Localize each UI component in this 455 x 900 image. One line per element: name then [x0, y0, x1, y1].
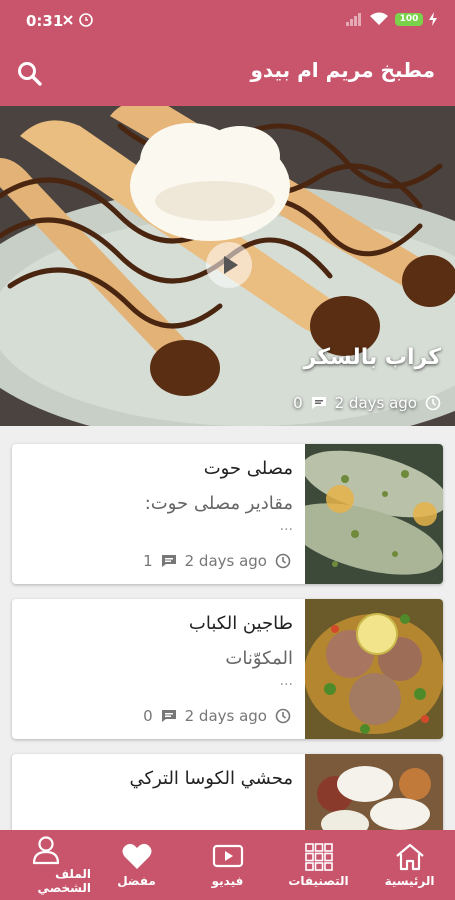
- post-time: 2 days ago: [334, 394, 417, 412]
- comment-count: 1: [143, 552, 153, 570]
- comment-icon: [161, 710, 176, 722]
- recipe-card-body: مصلى حوت مقادير مصلى حوت: ...: [18, 458, 293, 534]
- play-icon: [224, 256, 238, 274]
- bottom-navigation: الرئيسية التصنيفات فيديو مفضل الملف الشخ…: [0, 830, 455, 900]
- status-time: 0:31: [26, 12, 64, 30]
- mute-alarm-icon: [63, 13, 93, 27]
- status-icons-left: [60, 12, 96, 32]
- nav-home[interactable]: الرئيسية: [364, 830, 455, 900]
- nav-video[interactable]: فيديو: [182, 830, 273, 900]
- post-time: 2 days ago: [184, 707, 267, 725]
- nav-categories[interactable]: التصنيفات: [273, 830, 364, 900]
- recipe-meta: 0 2 days ago: [143, 707, 291, 725]
- app-title: مطبخ مريم ام بيدو: [250, 58, 435, 82]
- heart-icon: [122, 843, 151, 869]
- recipe-meta: 1 2 days ago: [143, 552, 291, 570]
- user-icon: [32, 836, 59, 865]
- recipe-card[interactable]: مصلى حوت مقادير مصلى حوت: ... 1 2 days a…: [12, 444, 443, 584]
- comment-count: 0: [143, 707, 153, 725]
- play-video-button[interactable]: [206, 242, 252, 288]
- clock-icon: [425, 395, 441, 411]
- signal-icon: [346, 13, 361, 26]
- recipe-excerpt: مقادير مصلى حوت:: [144, 493, 293, 514]
- featured-recipe-meta: 0 2 days ago: [293, 394, 441, 412]
- recipe-title: مصلى حوت: [203, 458, 293, 479]
- comment-count: 0: [293, 394, 303, 412]
- recipe-card-body: طاجين الكباب المكوّنات ...: [18, 613, 293, 689]
- recipe-card-body: محشي الكوسا التركي: [18, 768, 293, 789]
- featured-recipe[interactable]: كراب بالسكر 0 2 days ago: [0, 106, 455, 426]
- clock-icon: [275, 708, 291, 724]
- search-button[interactable]: [16, 60, 44, 88]
- battery-indicator: 100: [395, 12, 423, 26]
- charging-icon: [429, 12, 437, 26]
- post-time: 2 days ago: [184, 552, 267, 570]
- status-bar: 0:31 100: [0, 0, 455, 42]
- nav-profile[interactable]: الملف الشخصي: [0, 830, 91, 900]
- video-icon: [212, 844, 243, 868]
- comment-icon: [161, 555, 176, 567]
- recipe-title: طاجين الكباب: [188, 613, 293, 634]
- status-icons-right: 100: [345, 12, 437, 26]
- grid-icon: [304, 843, 333, 871]
- nav-profile-label: الملف الشخصي: [37, 867, 91, 895]
- comment-icon: [311, 397, 326, 409]
- home-icon: [395, 843, 424, 871]
- nav-favorites-label: مفضل: [117, 874, 156, 888]
- nav-home-label: الرئيسية: [384, 874, 435, 888]
- app-bar: مطبخ مريم ام بيدو: [0, 42, 455, 106]
- recipe-ellipsis: ...: [279, 673, 293, 689]
- recipe-card[interactable]: طاجين الكباب المكوّنات ... 0 2 days ago: [12, 599, 443, 739]
- recipe-thumbnail: [305, 444, 443, 584]
- wifi-icon: [370, 12, 388, 25]
- recipe-title: محشي الكوسا التركي: [129, 768, 293, 789]
- nav-categories-label: التصنيفات: [288, 874, 349, 888]
- recipe-ellipsis: ...: [279, 518, 293, 534]
- featured-recipe-title: كراب بالسكر: [303, 345, 441, 370]
- clock-icon: [275, 553, 291, 569]
- nav-favorites[interactable]: مفضل: [91, 830, 182, 900]
- nav-video-label: فيديو: [211, 874, 244, 888]
- recipe-excerpt: المكوّنات: [225, 648, 293, 669]
- recipe-thumbnail: [305, 599, 443, 739]
- search-icon: [18, 62, 42, 86]
